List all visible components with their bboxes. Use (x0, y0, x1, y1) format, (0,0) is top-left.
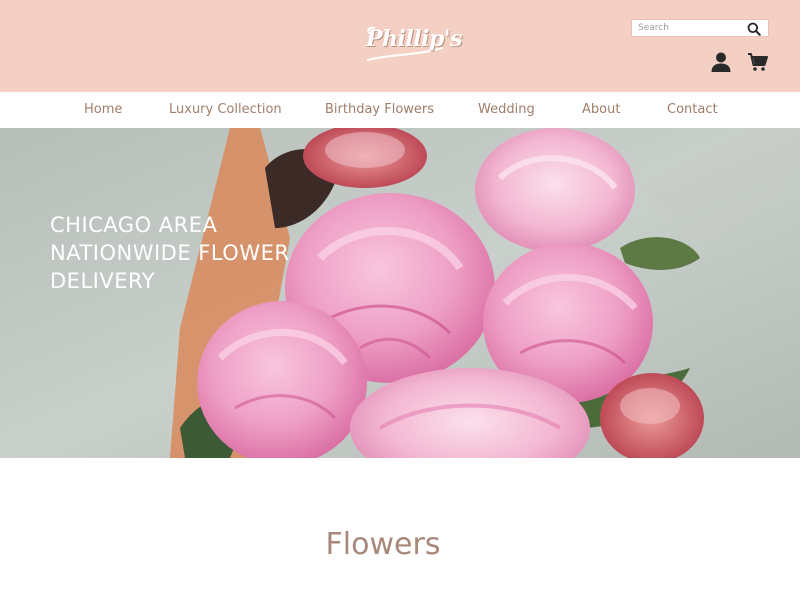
hero-banner: CHICAGO AREA NATIONWIDE FLOWER DELIVERY (0, 128, 800, 458)
hero-headline-line-1: CHICAGO AREA (50, 213, 218, 237)
hero-headline-line-2: NATIONWIDE FLOWER (50, 241, 290, 265)
search-input[interactable] (638, 21, 740, 35)
nav-item-luxury-collection[interactable]: Luxury Collection (169, 102, 282, 117)
hero-headline: CHICAGO AREA NATIONWIDE FLOWER DELIVERY (50, 211, 370, 295)
cart-icon (748, 53, 768, 71)
nav-item-about[interactable]: About (582, 102, 620, 117)
logo-text: Phillip's (366, 26, 462, 52)
main-nav: Home Luxury Collection Birthday Flowers … (0, 92, 800, 128)
site-header: Phillip's (0, 0, 800, 92)
user-icon (711, 52, 731, 72)
nav-item-birthday-flowers[interactable]: Birthday Flowers (325, 102, 434, 117)
brand-logo[interactable]: Phillip's (360, 16, 462, 66)
hero-headline-line-3: DELIVERY (50, 269, 156, 293)
search-button[interactable] (746, 21, 762, 37)
account-button[interactable] (710, 51, 732, 73)
section-title: Flowers (325, 527, 441, 562)
search-bar (631, 19, 769, 37)
nav-item-contact[interactable]: Contact (667, 102, 718, 117)
search-icon (747, 22, 761, 36)
nav-item-home[interactable]: Home (84, 102, 122, 117)
cart-button[interactable] (747, 51, 769, 73)
nav-item-wedding[interactable]: Wedding (478, 102, 535, 117)
